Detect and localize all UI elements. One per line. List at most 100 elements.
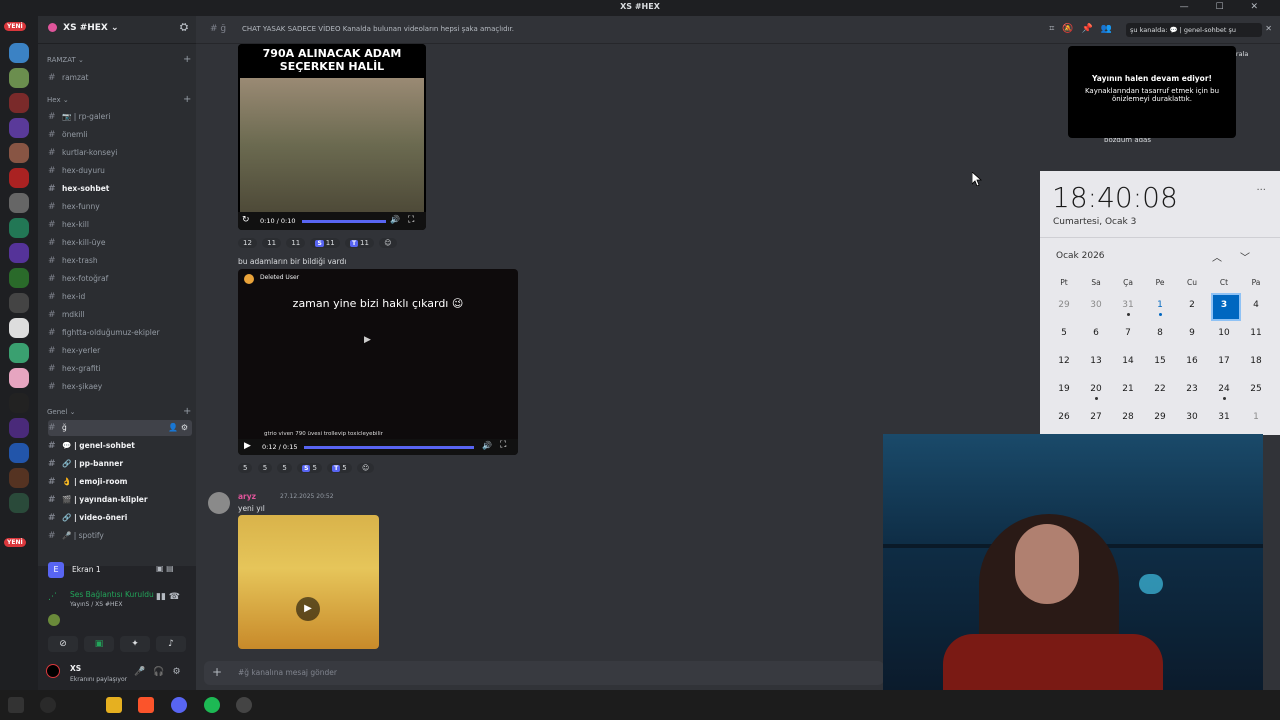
server-icon[interactable] — [9, 418, 29, 438]
window-controls[interactable]: — ☐ ✕ — [1180, 2, 1270, 12]
user-controls[interactable]: 🎤🎧⚙ — [134, 667, 189, 677]
calendar-day[interactable]: 28 — [1112, 403, 1144, 431]
channel-item[interactable]: # hex-funny — [48, 199, 192, 215]
server-icon[interactable] — [9, 43, 29, 63]
discord-icon[interactable] — [171, 697, 187, 713]
reaction-chip[interactable]: 11 — [286, 238, 306, 248]
soundboard-icon[interactable]: ♪ — [156, 636, 186, 652]
calendar-day[interactable]: 15 — [1144, 347, 1176, 375]
calendar-day[interactable]: 6 — [1080, 319, 1112, 347]
play-icon[interactable]: ▶ — [364, 335, 371, 345]
calendar-day[interactable]: 23 — [1176, 375, 1208, 403]
stream-options-icon[interactable]: ▣ ▤ — [156, 564, 174, 573]
server-header[interactable]: XS #HEX ⌄ ⛭ — [38, 16, 196, 44]
channel-item[interactable]: # hex-trash — [48, 253, 192, 269]
server-icon[interactable] — [9, 243, 29, 263]
channel-item[interactable]: # mdkill — [48, 307, 192, 323]
threads-icon[interactable]: ⌗ — [1049, 24, 1062, 34]
server-icon[interactable] — [9, 493, 29, 513]
mute-icon[interactable]: 🔕 — [1062, 24, 1081, 34]
chevron-down-icon[interactable]: ﹀ — [1240, 253, 1268, 264]
calendar-day[interactable]: 2 — [1176, 291, 1208, 319]
calendar-day[interactable]: 17 — [1208, 347, 1240, 375]
calendar-day[interactable]: 27 — [1080, 403, 1112, 431]
video-controls[interactable]: ▶ 0:12 / 0:15 🔊 ⛶ — [238, 439, 518, 455]
video-embed[interactable]: 790A ALINACAK ADAM SEÇERKEN HALİL ↻ 0:10… — [238, 44, 426, 230]
calendar-day[interactable]: 16 — [1176, 347, 1208, 375]
channel-item[interactable]: # 📷 | rp-galeri — [48, 109, 192, 125]
calendar-month[interactable]: Ocak 2026 — [1056, 251, 1105, 261]
server-icon[interactable] — [9, 193, 29, 213]
reaction-chip[interactable]: S 11 — [310, 238, 340, 248]
spotify-icon[interactable] — [204, 697, 220, 713]
server-icon[interactable] — [9, 443, 29, 463]
progress-bar[interactable] — [302, 220, 386, 223]
category-hex[interactable]: Hex ⌄ + — [47, 94, 191, 105]
chevron-up-icon[interactable]: ︿ — [1212, 253, 1240, 264]
channel-item-active[interactable]: # ğ 👤 ⚙ — [48, 420, 192, 436]
search-input[interactable]: şu kanalda: 💬 | genel-sohbet şu — [1126, 23, 1262, 37]
server-icon[interactable] — [9, 393, 29, 413]
play-icon[interactable]: ▶ — [244, 441, 251, 451]
user-avatar[interactable] — [46, 664, 60, 678]
calendar-day[interactable]: 30 — [1176, 403, 1208, 431]
reaction-chip[interactable]: 11 — [262, 238, 282, 248]
video-embed[interactable]: Deleted User zaman yine bizi haklı çıkar… — [238, 269, 518, 455]
server-icon[interactable] — [9, 93, 29, 113]
server-icon[interactable] — [9, 143, 29, 163]
channel-item[interactable]: # hex-yerler — [48, 343, 192, 359]
server-icon[interactable] — [9, 168, 29, 188]
play-icon[interactable]: ▶ — [296, 597, 320, 621]
fullscreen-icon[interactable]: ⛶ — [500, 440, 506, 450]
category-genel[interactable]: Genel ⌄ + — [47, 406, 191, 417]
file-explorer-icon[interactable] — [106, 697, 122, 713]
replay-icon[interactable]: ↻ — [242, 215, 250, 225]
add-channel-icon[interactable]: + — [183, 94, 191, 105]
category-ramzat[interactable]: RAMZAT ⌄ + — [47, 54, 191, 65]
calendar-day[interactable]: 18 — [1240, 347, 1272, 375]
calendar-day[interactable]: 8 — [1144, 319, 1176, 347]
channel-item[interactable]: # önemli — [48, 127, 192, 143]
calendar-day[interactable]: 10 — [1208, 319, 1240, 347]
calendar-day[interactable]: 21 — [1112, 375, 1144, 403]
channel-item[interactable]: # hex-sohbet — [48, 181, 192, 197]
voice-status[interactable]: Ses Bağlantısı Kuruldu — [70, 590, 154, 599]
obs-icon[interactable] — [236, 697, 252, 713]
channel-item[interactable]: # hex-fotoğraf — [48, 271, 192, 287]
calendar-day[interactable]: 22 — [1144, 375, 1176, 403]
channel-settings-icon[interactable]: 👤 ⚙ — [168, 420, 188, 436]
calendar-day[interactable]: 26 — [1048, 403, 1080, 431]
share-screen-icon[interactable]: ▣ — [84, 636, 114, 652]
calendar-nav[interactable]: ︿﹀ — [1212, 249, 1268, 264]
activities-icon[interactable]: ✦ — [120, 636, 150, 652]
channel-item[interactable]: # 🎬 | yayından-klipler — [48, 492, 192, 508]
voice-controls-icon[interactable]: ▮▮ ☎ — [156, 592, 180, 602]
volume-icon[interactable]: 🔊 — [482, 441, 492, 450]
calendar-day[interactable]: 14 — [1112, 347, 1144, 375]
message-author[interactable]: aryz — [238, 492, 256, 501]
server-icon[interactable] — [9, 318, 29, 338]
calendar-day[interactable]: 24 — [1208, 375, 1240, 403]
calendar-day[interactable]: 12 — [1048, 347, 1080, 375]
server-icon[interactable] — [9, 268, 29, 288]
calendar-day[interactable]: 29 — [1048, 291, 1080, 319]
calendar-day[interactable]: 25 — [1240, 375, 1272, 403]
calendar-day[interactable]: 30 — [1080, 291, 1112, 319]
close-icon[interactable]: ✕ — [1265, 24, 1272, 33]
server-icon[interactable] — [9, 118, 29, 138]
channel-item[interactable]: # hex-kill — [48, 217, 192, 233]
settings-icon[interactable]: ⚙ — [172, 667, 188, 677]
channel-item[interactable]: # hex-id — [48, 289, 192, 305]
add-attachment-icon[interactable]: + — [212, 665, 222, 679]
brave-browser-icon[interactable] — [138, 697, 154, 713]
calendar-day[interactable]: 13 — [1080, 347, 1112, 375]
server-icon[interactable] — [9, 293, 29, 313]
server-icon[interactable] — [9, 68, 29, 88]
search-icon[interactable] — [40, 697, 56, 713]
clock-date[interactable]: Cumartesi, Ocak 3 — [1053, 217, 1136, 227]
channel-item[interactable]: # ramzat — [48, 70, 192, 86]
invite-icon[interactable]: ⛭ — [180, 22, 188, 33]
start-icon[interactable] — [8, 697, 24, 713]
video-embed[interactable]: ▶ — [238, 515, 379, 649]
pin-icon[interactable]: 📌 — [1082, 24, 1101, 34]
